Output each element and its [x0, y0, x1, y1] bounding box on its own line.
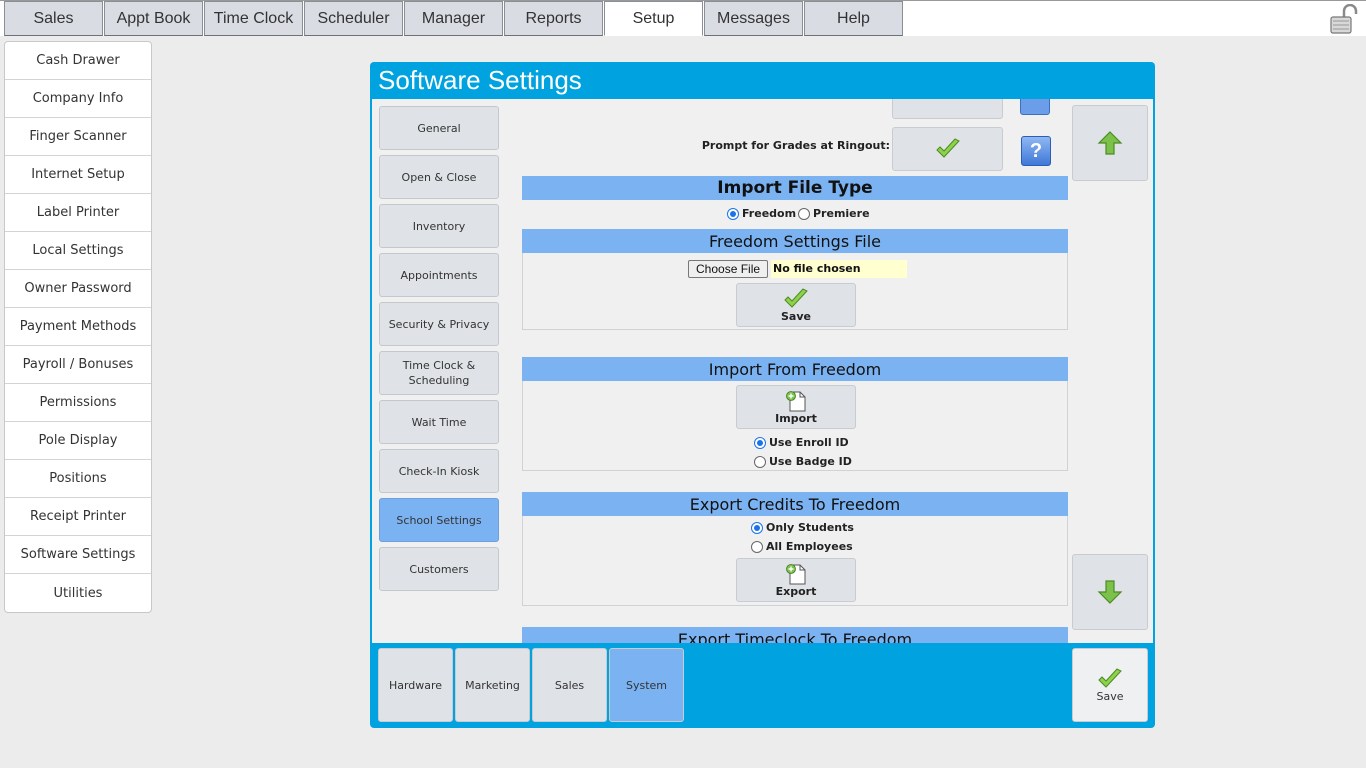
category-school-settings[interactable]: School Settings	[379, 498, 499, 542]
tab-time-clock[interactable]: Time Clock	[204, 1, 303, 36]
export-button-label: Export	[775, 584, 817, 598]
setup-sidebar: Cash Drawer Company Info Finger Scanner …	[4, 41, 152, 613]
prev-toggle-button[interactable]	[892, 99, 1003, 119]
scroll-down-button[interactable]	[1072, 554, 1148, 630]
radio-freedom[interactable]	[727, 207, 739, 220]
use-enroll-id-option[interactable]: Use Enroll ID	[754, 436, 849, 449]
tab-scheduler[interactable]: Scheduler	[304, 1, 403, 36]
radio-all-employees[interactable]	[751, 540, 763, 553]
top-nav: Sales Appt Book Time Clock Scheduler Man…	[0, 0, 1366, 36]
tab-reports[interactable]: Reports	[504, 1, 603, 36]
tab-messages[interactable]: Messages	[704, 1, 803, 36]
sidebar-item-pole-display[interactable]: Pole Display	[5, 422, 151, 460]
file-picker: Choose File No file chosen	[688, 260, 908, 278]
document-add-icon	[786, 390, 806, 411]
radio-freedom-label: Freedom	[742, 207, 797, 220]
checkmark-icon	[935, 138, 960, 158]
export-timeclock-heading: Export Timeclock To Freedom	[522, 627, 1068, 643]
radio-premiere[interactable]	[798, 207, 810, 220]
help-question-icon[interactable]: ?	[1021, 136, 1051, 166]
category-customers[interactable]: Customers	[379, 547, 499, 591]
tab-appt-book[interactable]: Appt Book	[104, 1, 203, 36]
save-settings-label: Save	[1096, 689, 1124, 703]
category-time-clock-scheduling[interactable]: Time Clock & Scheduling	[379, 351, 499, 395]
import-type-premiere[interactable]: Premiere	[798, 207, 870, 220]
sidebar-item-payment-methods[interactable]: Payment Methods	[5, 308, 151, 346]
sidebar-item-local-settings[interactable]: Local Settings	[5, 232, 151, 270]
save-settings-button[interactable]: Save	[1072, 648, 1148, 722]
sidebar-item-owner-password[interactable]: Owner Password	[5, 270, 151, 308]
sidebar-item-label-printer[interactable]: Label Printer	[5, 194, 151, 232]
arrow-down-icon	[1097, 580, 1123, 604]
sidebar-item-positions[interactable]: Positions	[5, 460, 151, 498]
export-credits-heading: Export Credits To Freedom	[522, 492, 1068, 516]
prev-help-icon[interactable]	[1020, 99, 1050, 115]
freedom-settings-heading: Freedom Settings File	[522, 229, 1068, 253]
radio-premiere-label: Premiere	[813, 207, 870, 220]
tab-system[interactable]: System	[609, 648, 684, 722]
import-button-label: Import	[775, 411, 817, 425]
scroll-up-button[interactable]	[1072, 105, 1148, 181]
category-general[interactable]: General	[379, 106, 499, 150]
sidebar-item-internet-setup[interactable]: Internet Setup	[5, 156, 151, 194]
category-security-privacy[interactable]: Security & Privacy	[379, 302, 499, 346]
sidebar-item-software-settings[interactable]: Software Settings	[5, 536, 151, 574]
category-inventory[interactable]: Inventory	[379, 204, 499, 248]
radio-use-badge-id[interactable]	[754, 455, 766, 468]
import-freedom-heading: Import From Freedom	[522, 357, 1068, 381]
file-status-text: No file chosen	[771, 260, 908, 278]
save-file-label: Save	[781, 309, 811, 323]
use-badge-id-option[interactable]: Use Badge ID	[754, 455, 852, 468]
import-file-type-heading: Import File Type	[522, 176, 1068, 200]
sidebar-item-company-info[interactable]: Company Info	[5, 80, 151, 118]
sidebar-item-payroll-bonuses[interactable]: Payroll / Bonuses	[5, 346, 151, 384]
tab-setup[interactable]: Setup	[604, 1, 703, 36]
all-employees-option[interactable]: All Employees	[751, 540, 853, 553]
radio-use-enroll-id[interactable]	[754, 436, 766, 449]
software-settings-dialog: Software Settings General Open & Close I…	[370, 62, 1155, 728]
use-badge-id-label: Use Badge ID	[769, 455, 852, 468]
export-button[interactable]: Export	[736, 558, 856, 602]
radio-only-students[interactable]	[751, 521, 763, 534]
tab-sales-settings[interactable]: Sales	[532, 648, 607, 722]
import-button[interactable]: Import	[736, 385, 856, 429]
dialog-body: General Open & Close Inventory Appointme…	[372, 99, 1153, 643]
save-file-button[interactable]: Save	[736, 283, 856, 327]
category-check-in-kiosk[interactable]: Check-In Kiosk	[379, 449, 499, 493]
category-appointments[interactable]: Appointments	[379, 253, 499, 297]
tab-help[interactable]: Help	[804, 1, 903, 36]
lock-icon[interactable]	[1328, 3, 1360, 34]
sidebar-item-finger-scanner[interactable]: Finger Scanner	[5, 118, 151, 156]
category-open-close[interactable]: Open & Close	[379, 155, 499, 199]
sidebar-item-permissions[interactable]: Permissions	[5, 384, 151, 422]
settings-content: Prompt for Grades at Ringout: ? Import F…	[522, 99, 1068, 643]
sidebar-item-cash-drawer[interactable]: Cash Drawer	[5, 42, 151, 80]
tab-hardware[interactable]: Hardware	[378, 648, 453, 722]
prompt-grades-toggle[interactable]	[892, 127, 1003, 171]
category-wait-time[interactable]: Wait Time	[379, 400, 499, 444]
all-employees-label: All Employees	[766, 540, 853, 553]
checkmark-icon	[1098, 667, 1122, 688]
tab-sales[interactable]: Sales	[4, 1, 103, 36]
use-enroll-id-label: Use Enroll ID	[769, 436, 849, 449]
only-students-option[interactable]: Only Students	[751, 521, 854, 534]
arrow-up-icon	[1097, 131, 1123, 155]
prompt-grades-label: Prompt for Grades at Ringout:	[701, 139, 890, 152]
tab-marketing[interactable]: Marketing	[455, 648, 530, 722]
choose-file-button[interactable]: Choose File	[688, 260, 769, 278]
import-type-freedom[interactable]: Freedom	[727, 207, 796, 220]
sidebar-item-receipt-printer[interactable]: Receipt Printer	[5, 498, 151, 536]
checkmark-icon	[784, 287, 808, 308]
tab-manager[interactable]: Manager	[404, 1, 503, 36]
only-students-label: Only Students	[766, 521, 854, 534]
dialog-title: Software Settings	[378, 65, 582, 95]
document-add-icon	[786, 563, 806, 584]
sidebar-item-utilities[interactable]: Utilities	[5, 574, 151, 612]
